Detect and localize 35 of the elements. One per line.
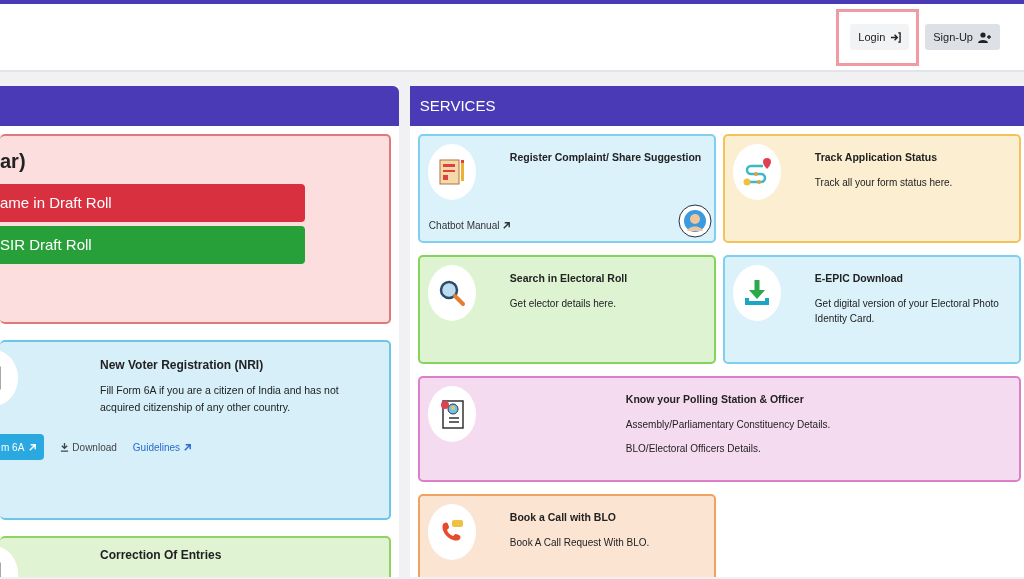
card-title: Book a Call with BLO (509, 510, 618, 525)
card-title: Search in Electoral Roll (509, 271, 628, 286)
service-card[interactable]: Search in Electoral Roll Get elector details here. (417, 255, 716, 364)
card-title: New Voter Registration (NRI) (100, 357, 265, 374)
guidelines-link[interactable]: Guidelines (132, 439, 193, 455)
service-card[interactable]: E-EPIC Download Get digital version of your Electoral Photo Identity Card. (722, 255, 1021, 364)
panel-title: SERVICES (409, 86, 1024, 126)
card-description: Assembly/Parliamentary Constituency Details. (625, 417, 831, 432)
card-description: BLO/Electoral Officers Details. (625, 441, 762, 456)
login-icon (890, 31, 902, 43)
add-user-icon (978, 31, 992, 43)
download-link[interactable]: Download (60, 439, 117, 455)
download-icon (60, 442, 70, 452)
card-heading: ar) (0, 149, 27, 174)
service-card[interactable]: Know your Polling Station & Officer Assembly/Parliamentary Constituency Details. BLO/Electoral Officers Details. (417, 376, 1021, 482)
card-title: E-EPIC Download (814, 271, 904, 286)
service-card[interactable]: Book a Call with BLO Book A Call Request With BLO. (417, 494, 716, 577)
roll-button[interactable]: ame in Draft Roll (0, 184, 305, 222)
card-description: Book A Call Request With BLO. (509, 535, 650, 550)
card-description: Fill Form 6A if you are a citizen of India and has not acquired citizenship of any other country. (100, 383, 340, 415)
chatbot-manual-link[interactable]: Chatbot Manual (428, 218, 512, 233)
external-link-icon (183, 442, 193, 452)
card-description: Track all your form status here. (814, 175, 953, 190)
card-title: Track Application Status (814, 150, 938, 165)
card-description: Get digital version of your Electoral Photo Identity Card. (814, 296, 1000, 326)
login-button[interactable]: Login (850, 24, 910, 50)
external-link-icon (502, 221, 512, 230)
service-card[interactable]: Register Complaint/ Share Suggestion Chatbot Manual (417, 134, 716, 243)
external-link-icon (28, 442, 38, 452)
card-description: Get elector details here. (509, 296, 617, 311)
service-card[interactable]: Track Application Status Track all your form status here. (722, 134, 1021, 243)
card-title: Know your Polling Station & Officer (625, 392, 805, 407)
signup-button[interactable]: Sign-Up (925, 24, 1000, 50)
card-title: Correction Of Entries (100, 547, 223, 564)
card-title: Register Complaint/ Share Suggestion (509, 150, 702, 165)
